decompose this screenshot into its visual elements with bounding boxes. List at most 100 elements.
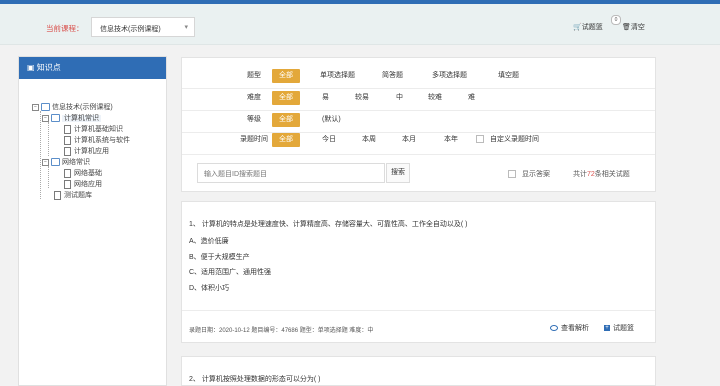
course-select[interactable]: 信息技术(示例课程) ▾ (91, 17, 195, 37)
filter-option[interactable]: 本月 (402, 132, 416, 148)
custom-time-toggle[interactable]: 自定义录题时间 (476, 132, 539, 148)
filter-option[interactable]: 全部 (272, 133, 300, 147)
show-answer-toggle[interactable]: 显示答案 (508, 169, 550, 179)
question-option: B、便于大规模生产 (189, 254, 250, 261)
divider (182, 110, 655, 111)
clear-button[interactable]: 🗑清空 (622, 22, 645, 32)
filter-row-time: 录题时间 全部 今日 本周 本月 本年 自定义录题时间 (182, 132, 657, 148)
question-option: D、体积小巧 (189, 285, 230, 292)
cart-label: 试题篮 (581, 24, 603, 31)
filter-label: 等级 (247, 116, 261, 123)
clear-label: 清空 (630, 24, 645, 31)
tree-node-label: 计算机系统与软件 (74, 137, 130, 144)
cart-icon: 🛒 (573, 24, 582, 31)
collapse-icon[interactable]: − (42, 158, 49, 166)
document-icon (64, 168, 71, 178)
tree-node-label: 网络基础 (74, 170, 102, 177)
divider (182, 310, 655, 311)
divider (182, 88, 655, 89)
tree-node-network-fundamentals[interactable]: 网络基础 (64, 168, 102, 179)
filter-option[interactable]: 全部 (272, 69, 300, 83)
filter-label: 录题时间 (240, 136, 268, 143)
filter-option[interactable]: (默认) (322, 112, 341, 128)
filter-row-level: 等级 全部 (默认) (182, 112, 657, 128)
tree-node-computer-basics[interactable]: − 计算机常识 (42, 113, 101, 124)
filter-option[interactable]: 较易 (355, 90, 369, 106)
view-analysis-label: 查看解析 (561, 325, 589, 332)
tree-line (40, 111, 41, 199)
checkbox[interactable] (476, 135, 484, 144)
sidebar-header: ▣ 知识点 (19, 57, 166, 79)
count-number: 72 (587, 171, 595, 178)
tree-node-label: 网络常识 (62, 159, 90, 166)
tree-node-label: 计算机应用 (74, 148, 109, 155)
tree-node-network-basics[interactable]: − 网络常识 (42, 157, 90, 168)
filter-option[interactable]: 单项选择题 (320, 68, 355, 84)
count-suffix: 条相关试题 (594, 171, 630, 178)
folder-icon (41, 103, 50, 112)
search-input-box (197, 163, 386, 184)
sidebar-title: 知识点 (36, 63, 61, 72)
question-meta: 录题日期：2020-10-12 题目编号：47686 题型：单项选择题 难度：中 (189, 328, 374, 334)
cart-button[interactable]: 🛒试题篮 0 (573, 15, 621, 32)
trash-icon: 🗑 (622, 24, 631, 31)
custom-time-label: 自定义录题时间 (490, 136, 539, 143)
search-button[interactable]: 搜索 (386, 163, 410, 183)
header-bar: 当前课程： 信息技术(示例课程) ▾ 🛒试题篮 0 🗑清空 (0, 4, 720, 45)
cart-count-badge: 0 (611, 15, 621, 25)
tree-line (48, 166, 49, 188)
filter-option[interactable]: 易 (322, 90, 329, 106)
tree-node-label: 计算机常识 (62, 115, 101, 122)
tree-node-test-bank[interactable]: 测试题库 (54, 190, 92, 201)
plus-icon: + (604, 325, 610, 332)
question-card: 2、 计算机按照处理数据的形态可以分为( ) (181, 356, 656, 386)
book-icon: ▣ (27, 63, 35, 72)
document-icon (64, 135, 71, 145)
checkbox[interactable] (508, 170, 516, 179)
filter-option[interactable]: 难 (468, 90, 475, 106)
document-icon (64, 146, 71, 156)
filter-row-difficulty: 难度 全部 易 较易 中 较难 难 (182, 90, 657, 106)
document-icon (64, 124, 71, 134)
result-count: 共计72条相关试题 (573, 169, 630, 179)
collapse-icon[interactable]: − (32, 103, 39, 111)
filter-row-type: 题型 全部 单项选择题 简答题 多项选择题 填空题 (182, 68, 657, 84)
folder-icon (51, 114, 60, 123)
filter-option[interactable]: 本年 (444, 132, 458, 148)
filter-label: 难度 (247, 94, 261, 101)
chevron-down-icon: ▾ (184, 24, 188, 31)
filter-option[interactable]: 简答题 (382, 68, 403, 84)
question-option: C、适用范围广、通用性强 (189, 269, 272, 276)
filter-option[interactable]: 全部 (272, 91, 300, 105)
document-icon (64, 179, 71, 189)
course-select-value: 信息技术(示例课程) (100, 26, 161, 33)
tree-node-label: 网络应用 (74, 181, 102, 188)
search-input[interactable] (198, 164, 386, 184)
filter-option[interactable]: 多项选择题 (432, 68, 467, 84)
eye-icon (550, 325, 558, 332)
filter-option[interactable]: 较难 (428, 90, 442, 106)
filter-option[interactable]: 填空题 (498, 68, 519, 84)
view-analysis-button[interactable]: 查看解析 (550, 323, 589, 333)
add-to-cart-button[interactable]: + 试题篮 (604, 323, 634, 333)
tree-node-computer-fundamentals[interactable]: 计算机基础知识 (64, 124, 123, 135)
tree-node-computer-applications[interactable]: 计算机应用 (64, 146, 109, 157)
tree-node-network-applications[interactable]: 网络应用 (64, 179, 102, 190)
question-card: 1、 计算机的特点是处理速度快、计算精度高、存储容量大、可靠性高、工作全自动以及… (181, 201, 656, 343)
tree-node-root[interactable]: − 信息技术(示例课程) (32, 102, 113, 113)
tree-node-label: 计算机基础知识 (74, 126, 123, 133)
question-option: A、造价低廉 (189, 238, 229, 245)
tree-node-computer-systems[interactable]: 计算机系统与软件 (64, 135, 130, 146)
filter-label: 题型 (247, 72, 261, 79)
filter-option[interactable]: 中 (396, 90, 403, 106)
collapse-icon[interactable]: − (42, 114, 49, 122)
current-course-label: 当前课程： (46, 24, 84, 33)
document-icon (54, 190, 61, 200)
folder-icon (51, 158, 60, 167)
tree-node-label: 信息技术(示例课程) (52, 104, 113, 111)
filter-option[interactable]: 全部 (272, 113, 300, 127)
show-answer-label: 显示答案 (522, 171, 550, 178)
filter-option[interactable]: 本周 (362, 132, 376, 148)
tree-line (48, 122, 49, 156)
filter-option[interactable]: 今日 (322, 132, 336, 148)
